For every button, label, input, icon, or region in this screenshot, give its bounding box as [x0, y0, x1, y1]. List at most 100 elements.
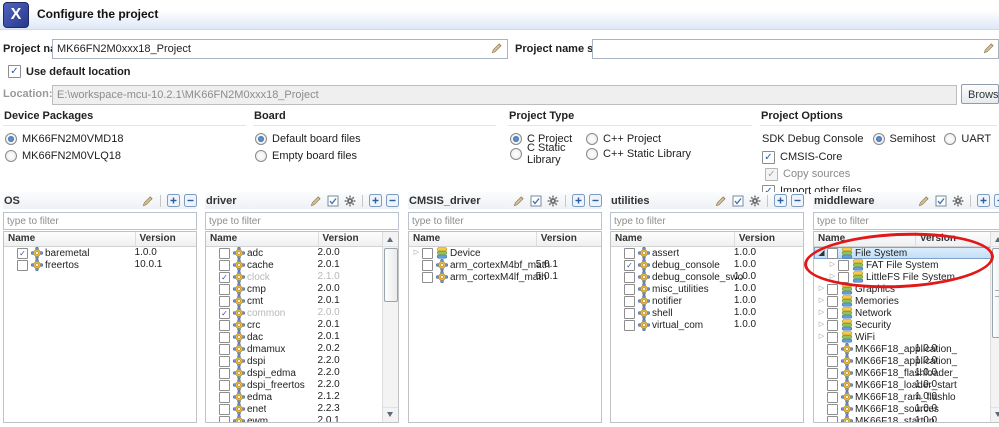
collapse-all-button[interactable]	[790, 194, 804, 207]
table-row[interactable]: ▷ WiFi	[814, 331, 991, 343]
column-header-version[interactable]: Version	[535, 232, 577, 246]
table-row[interactable]: debug_console_swo 1.0.0	[611, 271, 803, 283]
row-checkbox[interactable]	[422, 271, 433, 283]
radio-icon[interactable]	[586, 133, 598, 145]
clear-filter-icon[interactable]	[141, 194, 155, 207]
table-row[interactable]: dac 2.0.1	[206, 331, 383, 343]
table-row[interactable]: ▷ LittleFS File System	[825, 271, 991, 283]
row-checkbox[interactable]	[219, 319, 230, 331]
deselect-all-icon[interactable]	[951, 194, 965, 207]
row-checkbox[interactable]	[219, 379, 230, 391]
row-checkbox[interactable]	[827, 331, 838, 343]
column-header-name[interactable]: Name	[615, 233, 642, 244]
table-row[interactable]: ◢ File System	[814, 247, 991, 259]
vertical-scrollbar[interactable]	[990, 232, 999, 422]
row-checkbox[interactable]	[827, 355, 838, 367]
table-row[interactable]: cache 2.0.1	[206, 259, 383, 271]
row-checkbox[interactable]	[219, 283, 230, 295]
clear-filter-icon[interactable]	[714, 194, 728, 207]
expand-all-button[interactable]	[773, 194, 787, 207]
table-row[interactable]: ✓ debug_console 1.0.0	[611, 259, 803, 271]
column-header-name[interactable]: Name	[413, 233, 440, 244]
table-row[interactable]: dmamux 2.0.2	[206, 343, 383, 355]
project-type-radio[interactable]: C++ Project	[586, 133, 752, 145]
clear-filter-icon[interactable]	[512, 194, 526, 207]
table-row[interactable]: misc_utilities 1.0.0	[611, 283, 803, 295]
radio-icon[interactable]	[586, 148, 598, 160]
table-row[interactable]: dspi_freertos 2.2.0	[206, 379, 383, 391]
filter-input[interactable]	[408, 212, 602, 230]
collapse-all-button[interactable]	[588, 194, 602, 207]
row-checkbox[interactable]	[827, 367, 838, 379]
deselect-all-icon[interactable]	[748, 194, 762, 207]
table-row[interactable]: ✓ baremetal 1.0.0	[4, 247, 196, 259]
table-row[interactable]: adc 2.0.0	[206, 247, 383, 259]
expand-icon[interactable]: ▷	[816, 331, 827, 343]
table-row[interactable]: crc 2.0.1	[206, 319, 383, 331]
collapse-all-button[interactable]	[183, 194, 197, 207]
row-checkbox[interactable]	[219, 247, 230, 259]
expand-all-button[interactable]	[976, 194, 990, 207]
expand-icon[interactable]: ▷	[827, 259, 838, 271]
row-checkbox[interactable]: ✓	[219, 307, 230, 319]
deselect-all-icon[interactable]	[343, 194, 357, 207]
column-header-version[interactable]: Version	[134, 232, 176, 246]
row-checkbox[interactable]	[219, 415, 230, 422]
radio-icon[interactable]	[5, 133, 17, 145]
row-checkbox[interactable]	[219, 355, 230, 367]
filter-input[interactable]	[3, 212, 197, 230]
row-checkbox[interactable]	[827, 343, 838, 355]
table-row[interactable]: notifier 1.0.0	[611, 295, 803, 307]
table-row[interactable]: virtual_com 1.0.0	[611, 319, 803, 331]
scroll-up-arrow[interactable]	[383, 232, 398, 247]
scrollbar-thumb[interactable]	[992, 248, 999, 338]
table-row[interactable]: ✓ common 2.0.0	[206, 307, 383, 319]
filter-input[interactable]	[813, 212, 999, 230]
deselect-all-icon[interactable]	[546, 194, 560, 207]
row-checkbox[interactable]	[827, 319, 838, 331]
table-row[interactable]: ▷ Device	[409, 247, 601, 259]
table-row[interactable]: ▷ FAT File System	[825, 259, 991, 271]
debug-console-radio[interactable]: UART	[944, 133, 991, 145]
row-checkbox[interactable]	[219, 295, 230, 307]
row-checkbox[interactable]	[827, 415, 838, 422]
row-checkbox[interactable]	[219, 391, 230, 403]
radio-icon[interactable]	[510, 133, 522, 145]
column-header-version[interactable]: Version	[914, 232, 956, 246]
radio-icon[interactable]	[255, 150, 267, 162]
row-checkbox[interactable]	[624, 307, 635, 319]
select-all-icon[interactable]	[731, 194, 745, 207]
collapse-icon[interactable]: ◢	[816, 247, 827, 259]
column-header-version[interactable]: Version	[317, 232, 359, 246]
table-row[interactable]: ▷ Memories	[814, 295, 991, 307]
column-header-version[interactable]: Version	[733, 232, 775, 246]
table-row[interactable]: ▷ Security	[814, 319, 991, 331]
table-row[interactable]: edma 2.1.2	[206, 391, 383, 403]
clear-filter-icon[interactable]	[309, 194, 323, 207]
table-row[interactable]: MK66F18_application_ 1.0.0	[814, 355, 991, 367]
table-row[interactable]: ✓ clock 2.1.0	[206, 271, 383, 283]
row-checkbox[interactable]	[827, 379, 838, 391]
radio-icon[interactable]	[510, 148, 522, 160]
expand-icon[interactable]: ▷	[816, 283, 827, 295]
row-checkbox[interactable]	[422, 259, 433, 271]
project-name-input[interactable]	[52, 39, 508, 59]
table-row[interactable]: MK66F18_sources 1.0.0	[814, 403, 991, 415]
select-all-icon[interactable]	[529, 194, 543, 207]
scrollbar-thumb[interactable]	[384, 248, 398, 302]
radio-icon[interactable]	[255, 133, 267, 145]
row-checkbox[interactable]	[219, 259, 230, 271]
select-all-icon[interactable]	[326, 194, 340, 207]
row-checkbox[interactable]: ✓	[219, 271, 230, 283]
row-checkbox[interactable]	[827, 391, 838, 403]
table-row[interactable]: MK66F18_application_ 1.0.0	[814, 343, 991, 355]
table-row[interactable]: ewm 2.0.1	[206, 415, 383, 422]
table-row[interactable]: ▷ Graphics	[814, 283, 991, 295]
row-checkbox[interactable]: ✓	[17, 247, 28, 259]
expand-icon[interactable]: ▷	[827, 271, 838, 283]
row-checkbox[interactable]	[422, 247, 433, 259]
table-row[interactable]: freertos 10.0.1	[4, 259, 196, 271]
row-checkbox[interactable]	[827, 295, 838, 307]
row-checkbox[interactable]	[838, 271, 849, 283]
use-default-location-checkbox[interactable]: ✓	[8, 65, 21, 78]
